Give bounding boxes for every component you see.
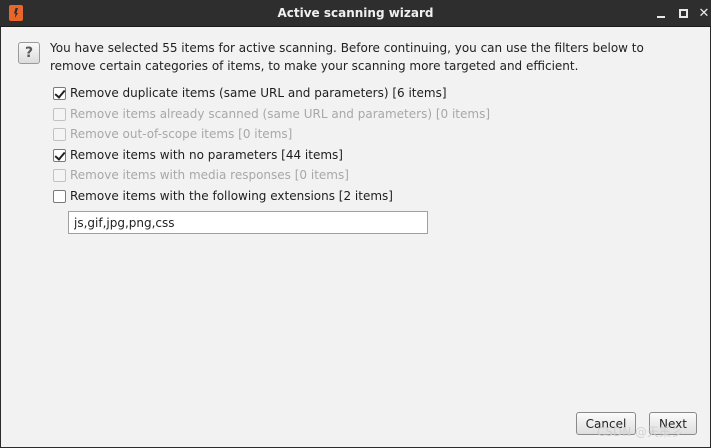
option-label: Remove items with media responses [0 ite… — [70, 168, 349, 182]
option-label: Remove items with no parameters [44 item… — [70, 148, 343, 162]
option-label: Remove items already scanned (same URL a… — [70, 107, 491, 121]
question-icon: ? — [18, 42, 40, 64]
checkbox-remove-already-scanned — [53, 107, 66, 121]
close-icon[interactable]: ✕ — [695, 4, 711, 22]
watermark-text: CSDN @天策彡 — [597, 425, 684, 439]
wizard-panel: ? You have selected 55 items for active … — [1, 27, 710, 447]
checkbox-remove-out-of-scope — [53, 127, 66, 141]
option-remove-no-parameters[interactable]: Remove items with no parameters [44 item… — [53, 147, 343, 163]
option-remove-out-of-scope: Remove out-of-scope items [0 items] — [53, 126, 292, 142]
intro-text: You have selected 55 items for active sc… — [50, 41, 644, 73]
option-remove-media-responses: Remove items with media responses [0 ite… — [53, 167, 349, 183]
option-label: Remove out-of-scope items [0 items] — [70, 127, 293, 141]
checkbox-remove-no-parameters[interactable] — [53, 148, 66, 162]
maximize-icon[interactable] — [674, 4, 692, 22]
checkbox-remove-extensions[interactable] — [53, 189, 66, 203]
title-bar: Active scanning wizard ✕ — [0, 0, 711, 27]
option-label: Remove duplicate items (same URL and par… — [70, 86, 447, 100]
window-title: Active scanning wizard — [277, 6, 434, 20]
checkbox-remove-duplicates[interactable] — [53, 86, 66, 100]
option-remove-already-scanned: Remove items already scanned (same URL a… — [53, 106, 490, 122]
extensions-input[interactable] — [68, 211, 428, 234]
option-remove-extensions[interactable]: Remove items with the following extensio… — [53, 188, 393, 204]
option-remove-duplicates[interactable]: Remove duplicate items (same URL and par… — [53, 85, 447, 101]
option-label: Remove items with the following extensio… — [70, 189, 393, 203]
checkbox-remove-media-responses — [53, 168, 66, 182]
minimize-icon[interactable] — [652, 4, 670, 22]
